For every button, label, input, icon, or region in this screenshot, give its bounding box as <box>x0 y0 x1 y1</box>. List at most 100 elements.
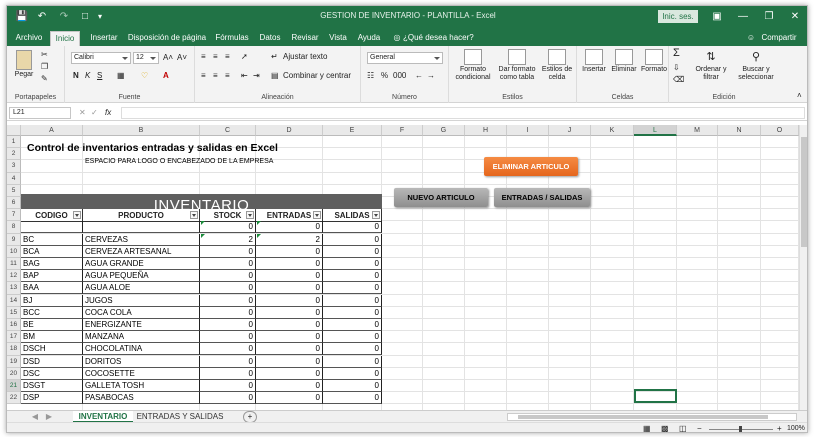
paste-button[interactable]: Pegar <box>13 50 35 79</box>
autosum-icon[interactable]: Σ <box>673 48 680 59</box>
row-header-12[interactable]: 12 <box>7 270 21 283</box>
row-header-3[interactable]: 3 <box>7 160 21 173</box>
table-cell-producto[interactable]: AGUA GRANDE <box>83 258 200 270</box>
delete-cells-button[interactable]: Eliminar <box>609 49 639 74</box>
table-cell-stock[interactable]: 2 <box>200 233 256 246</box>
table-cell-producto[interactable]: PASABOCAS <box>83 392 200 405</box>
font-name-select[interactable]: Calibri <box>71 52 131 64</box>
table-cell-producto[interactable]: AGUA PEQUEÑA <box>83 270 200 283</box>
table-cell-salidas[interactable]: 0 <box>323 233 382 246</box>
table-cell-entradas[interactable]: 2 <box>256 233 323 246</box>
table-cell-entradas[interactable]: 0 <box>256 245 323 258</box>
tab-vista[interactable]: Vista <box>325 31 351 46</box>
row-header-16[interactable]: 16 <box>7 319 21 332</box>
sign-in-button[interactable]: Inic. ses. <box>658 10 698 23</box>
merge-icon[interactable]: ▤ <box>271 70 279 81</box>
filter-dropdown-icon[interactable] <box>190 211 198 220</box>
zoom-slider-thumb[interactable] <box>739 426 742 432</box>
tab-inicio[interactable]: Inicio <box>50 31 80 46</box>
share-icon[interactable]: ☺ <box>745 31 757 46</box>
table-cell-entradas[interactable]: 0 <box>256 392 323 405</box>
row-header-2[interactable]: 2 <box>7 148 21 161</box>
column-header-h[interactable]: H <box>465 125 507 136</box>
find-select-button[interactable]: ⚲ Buscar y seleccionar <box>733 49 779 82</box>
table-cell-producto[interactable]: CERVEZAS <box>83 233 200 246</box>
font-color-icon[interactable]: A <box>163 70 169 81</box>
table-cell-producto[interactable]: DORITOS <box>83 355 200 368</box>
italic-button[interactable]: K <box>85 70 90 81</box>
table-cell-codigo[interactable]: BAA <box>21 282 83 295</box>
row-header-6[interactable]: 6 <box>7 197 21 210</box>
table-cell-stock[interactable]: 0 <box>200 245 256 258</box>
align-bottom-icon[interactable]: ≡ <box>225 51 230 62</box>
row-header-10[interactable]: 10 <box>7 245 21 258</box>
close-icon[interactable]: ✕ <box>785 9 805 24</box>
orientation-icon[interactable]: ➚ <box>241 51 248 62</box>
table-cell-entradas[interactable]: 0 <box>256 331 323 344</box>
ribbon-display-icon[interactable]: ▣ <box>707 9 727 24</box>
row-header-11[interactable]: 11 <box>7 258 21 271</box>
cancel-edit-icon[interactable]: ✕ <box>79 107 86 118</box>
column-header-b[interactable]: B <box>83 125 200 136</box>
sort-filter-button[interactable]: ⇅ Ordenar y filtrar <box>689 49 733 82</box>
column-header-n[interactable]: N <box>718 125 761 136</box>
format-painter-icon[interactable]: ✎ <box>41 73 48 84</box>
share-button[interactable]: Compartir <box>757 31 801 46</box>
table-cell-salidas[interactable]: 0 <box>323 245 382 258</box>
table-cell-stock[interactable]: 0 <box>200 319 256 331</box>
row-header-7[interactable]: 7 <box>7 209 21 222</box>
table-cell-stock[interactable]: 0 <box>200 380 256 392</box>
zoom-slider[interactable] <box>709 426 773 432</box>
table-cell-stock[interactable]: 0 <box>200 270 256 283</box>
column-header-g[interactable]: G <box>423 125 465 136</box>
cut-icon[interactable]: ✂ <box>41 49 48 60</box>
table-cell-codigo[interactable]: DSCH <box>21 343 83 356</box>
tab-insertar[interactable]: Insertar <box>85 31 123 46</box>
table-cell-codigo[interactable]: BE <box>21 319 83 331</box>
table-cell-codigo[interactable]: DSP <box>21 392 83 405</box>
conditional-format-button[interactable]: Formato condicional <box>451 49 495 82</box>
tab-ayuda[interactable]: Ayuda <box>354 31 384 46</box>
increase-decimal-icon[interactable]: ← <box>415 70 423 81</box>
table-cell-producto[interactable]: CHOCOLATINA <box>83 343 200 356</box>
table-cell-salidas[interactable]: 0 <box>323 367 382 380</box>
row-header-9[interactable]: 9 <box>7 233 21 246</box>
shrink-font-icon[interactable]: A˅ <box>177 52 187 63</box>
entradas-salidas-button[interactable]: ENTRADAS / SALIDAS <box>494 188 590 207</box>
confirm-edit-icon[interactable]: ✓ <box>91 107 98 118</box>
table-cell-producto[interactable]: MANZANA <box>83 331 200 344</box>
thousands-button[interactable]: 000 <box>393 70 406 81</box>
fill-color-icon[interactable]: ♡ <box>141 70 148 81</box>
normal-view-icon[interactable]: ▦ <box>643 423 651 432</box>
table-cell-salidas[interactable]: 0 <box>323 319 382 331</box>
table-cell-entradas[interactable]: 0 <box>256 343 323 356</box>
table-cell-codigo[interactable]: DSD <box>21 355 83 368</box>
eliminar-articulo-button[interactable]: ELIMINAR ARTICULO <box>484 157 578 176</box>
table-cell-stock[interactable]: 0 <box>200 221 256 234</box>
row-header-22[interactable]: 22 <box>7 392 21 405</box>
minimize-icon[interactable]: — <box>733 9 753 24</box>
indent-increase-icon[interactable]: ⇥ <box>253 70 260 81</box>
decrease-decimal-icon[interactable]: → <box>427 70 435 81</box>
format-cells-button[interactable]: Formato <box>639 49 669 74</box>
bold-button[interactable]: N <box>73 70 79 81</box>
column-header-o[interactable]: O <box>761 125 799 136</box>
vertical-scrollbar[interactable] <box>799 125 807 410</box>
table-cell-codigo[interactable]: BM <box>21 331 83 344</box>
table-cell-producto[interactable]: CERVEZA ARTESANAL <box>83 245 200 258</box>
row-header-17[interactable]: 17 <box>7 331 21 344</box>
table-cell-entradas[interactable]: 0 <box>256 319 323 331</box>
table-cell-salidas[interactable]: 0 <box>323 392 382 405</box>
table-cell-entradas[interactable]: 0 <box>256 355 323 368</box>
table-cell-entradas[interactable]: 0 <box>256 367 323 380</box>
filter-dropdown-icon[interactable] <box>73 211 81 220</box>
filter-dropdown-icon[interactable] <box>313 211 321 220</box>
page-break-icon[interactable]: ◫ <box>679 423 687 432</box>
table-cell-entradas[interactable]: 0 <box>256 221 323 234</box>
percent-button[interactable]: % <box>381 70 388 81</box>
table-cell-codigo[interactable]: BAG <box>21 258 83 270</box>
column-header-l[interactable]: L <box>634 125 677 136</box>
tell-me-search[interactable]: ¿Qué desea hacer? <box>403 31 479 46</box>
table-cell-codigo[interactable]: DSC <box>21 367 83 380</box>
table-cell-codigo[interactable]: BCC <box>21 306 83 319</box>
